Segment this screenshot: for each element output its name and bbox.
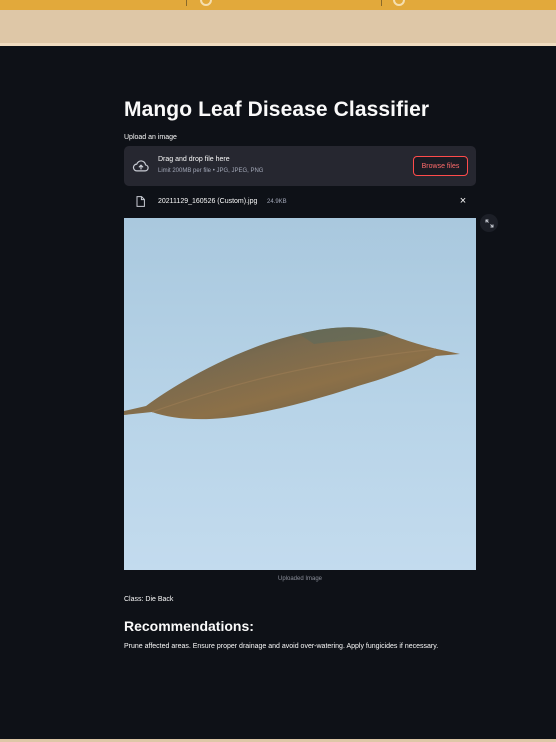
main-content: Mango Leaf Disease Classifier Upload an … bbox=[124, 96, 498, 650]
uploaded-file-size: 24.9KB bbox=[267, 199, 287, 205]
recommendations-text: Prune affected areas. Ensure proper drai… bbox=[124, 643, 439, 650]
top-bar-divider bbox=[381, 0, 382, 6]
file-dropzone[interactable]: Drag and drop file here Limit 200MB per … bbox=[124, 146, 476, 186]
uploaded-file-row: 20211129_160526 (Custom).jpg 24.9KB × bbox=[124, 188, 476, 214]
upload-label: Upload an image bbox=[124, 134, 177, 141]
classification-result: Class: Die Back bbox=[124, 596, 174, 603]
uploaded-file-name: 20211129_160526 (Custom).jpg bbox=[158, 198, 258, 205]
header-band bbox=[0, 10, 556, 46]
cloud-upload-icon bbox=[132, 160, 149, 172]
uploaded-image-container bbox=[124, 214, 498, 570]
close-icon[interactable]: × bbox=[458, 195, 468, 207]
dropzone-subtitle: Limit 200MB per file • JPG, JPEG, PNG bbox=[158, 168, 264, 174]
uploaded-leaf-image bbox=[124, 218, 476, 570]
page-title: Mango Leaf Disease Classifier bbox=[124, 98, 430, 121]
browser-top-bar bbox=[0, 0, 556, 10]
image-caption: Uploaded Image bbox=[277, 576, 323, 582]
fullscreen-icon bbox=[485, 219, 493, 227]
top-bar-circle-icon bbox=[393, 0, 405, 6]
recommendations-heading: Recommendations: bbox=[124, 618, 254, 634]
fullscreen-button[interactable] bbox=[480, 214, 498, 232]
top-bar-circle-icon bbox=[200, 0, 212, 6]
file-icon bbox=[136, 196, 145, 207]
top-bar-divider bbox=[186, 0, 187, 6]
browse-files-button[interactable]: Browse files bbox=[413, 156, 468, 176]
dropzone-title: Drag and drop file here bbox=[158, 156, 230, 163]
